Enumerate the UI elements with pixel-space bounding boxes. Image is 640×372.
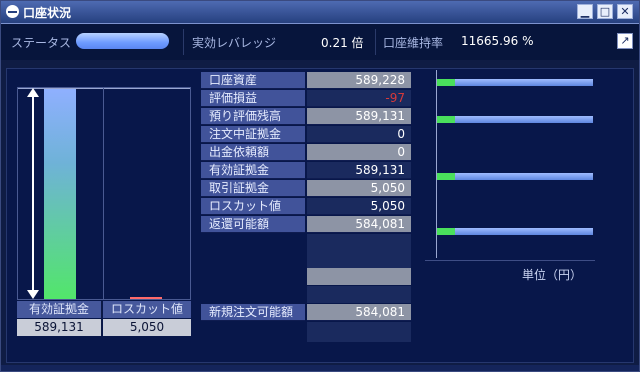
leverage-label: 実効レバレッジ [192, 36, 277, 50]
row-label: 取引証拠金 [201, 180, 305, 197]
chart-bar [437, 79, 593, 86]
row-value: 589,131 [307, 162, 411, 179]
row-label: 預り評価残高 [201, 108, 305, 125]
row-label: 有効証拠金 [201, 162, 305, 179]
table-row: 返還可能額 584,081 [201, 216, 411, 233]
chart-bar [437, 173, 593, 180]
blank-cell [201, 234, 305, 304]
row-value: 5,050 [307, 180, 411, 197]
row-label: ロスカット値 [201, 198, 305, 215]
row-label: 口座資産 [201, 72, 305, 89]
effective-margin-bar [44, 89, 76, 299]
app-icon [6, 5, 19, 18]
double-arrow-icon [27, 88, 39, 299]
row-label: 新規注文可能額 [201, 304, 305, 321]
divider [183, 29, 184, 55]
row-label: 返還可能額 [201, 216, 305, 233]
table-row: 評価損益 -97 [201, 90, 411, 107]
chart-bar-segment [437, 173, 455, 180]
chart-bar-segment [437, 116, 455, 123]
losscut-bar [130, 297, 162, 299]
row-value: 0 [307, 126, 411, 143]
gauge-divider [103, 88, 104, 299]
gauge-header-effective: 有効証拠金 [17, 301, 102, 318]
table-row: 口座資産 589,228 [201, 72, 411, 89]
table-row-new-order: 新規注文可能額 584,081 [201, 304, 411, 321]
row-label: 注文中証拠金 [201, 126, 305, 143]
table-row: 有効証拠金 589,131 [201, 162, 411, 179]
close-button[interactable]: ✕ [617, 4, 633, 19]
minimize-button[interactable]: ▁ [577, 4, 593, 19]
title-bar[interactable]: 口座状況 ▁ □ ✕ [1, 1, 639, 24]
blank-cell [201, 322, 305, 342]
status-label: ステータス [11, 36, 72, 50]
chart-bar-segment [437, 79, 455, 86]
blank-cell [307, 322, 411, 342]
gauge-value-losscut: 5,050 [103, 319, 191, 336]
gauge-value-effective: 589,131 [17, 319, 102, 336]
maximize-button[interactable]: □ [597, 4, 613, 19]
table-row: 出金依頼額 0 [201, 144, 411, 161]
divider [375, 29, 376, 55]
table-row: 取引証拠金 5,050 [201, 180, 411, 197]
maintenance-rate-label: 口座維持率 [383, 36, 444, 50]
row-label: 出金依頼額 [201, 144, 305, 161]
unit-label: 単位（円） [522, 268, 583, 282]
chart-bar-segment [437, 228, 455, 235]
maintenance-rate-value: 11665.96 % [461, 34, 534, 48]
row-value: 584,081 [307, 216, 411, 233]
window-title: 口座状況 [23, 6, 72, 20]
row-value: 0 [307, 144, 411, 161]
table-row: 注文中証拠金 0 [201, 126, 411, 143]
blank-cell [307, 286, 411, 303]
status-indicator [76, 33, 169, 49]
row-value: -97 [307, 90, 411, 107]
table-row: 預り評価残高 589,131 [201, 108, 411, 125]
status-bar: ステータス 実効レバレッジ 0.21 倍 口座維持率 11665.96 % ↗ [1, 24, 639, 60]
chart-baseline [425, 260, 595, 261]
row-value: 589,228 [307, 72, 411, 89]
row-label: 評価損益 [201, 90, 305, 107]
bar-chart [425, 70, 595, 261]
table-row: ロスカット値 5,050 [201, 198, 411, 215]
gauge-header-losscut: ロスカット値 [103, 301, 191, 318]
row-value: 584,081 [307, 304, 411, 321]
chart-bar [437, 228, 593, 235]
row-value: 5,050 [307, 198, 411, 215]
account-status-window: 口座状況 ▁ □ ✕ ステータス 実効レバレッジ 0.21 倍 口座維持率 11… [0, 0, 640, 372]
leverage-value: 0.21 倍 [321, 36, 364, 50]
margin-gauge [17, 87, 191, 300]
chart-bar [437, 116, 593, 123]
row-value: 589,131 [307, 108, 411, 125]
blank-cell [307, 268, 411, 285]
blank-cell [307, 234, 411, 268]
main-panel: 有効証拠金 ロスカット値 589,131 5,050 口座資産 589,228 … [6, 68, 634, 363]
open-external-icon[interactable]: ↗ [617, 33, 633, 49]
bottom-bar [1, 365, 639, 371]
